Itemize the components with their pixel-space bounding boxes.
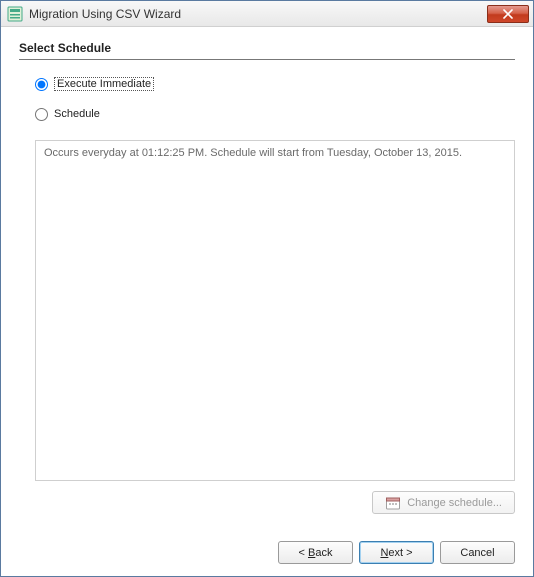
calendar-icon xyxy=(385,495,401,511)
back-button[interactable]: < Back xyxy=(278,541,353,564)
schedule-description-text: Occurs everyday at 01:12:25 PM. Schedule… xyxy=(44,147,462,159)
radio-schedule-input[interactable] xyxy=(35,108,48,121)
radio-execute-immediate[interactable]: Execute Immediate xyxy=(35,74,515,94)
app-icon xyxy=(7,6,23,22)
close-icon xyxy=(503,9,513,19)
schedule-radio-group: Execute Immediate Schedule xyxy=(19,74,515,134)
close-button[interactable] xyxy=(487,5,529,23)
radio-execute-immediate-input[interactable] xyxy=(35,78,48,91)
titlebar: Migration Using CSV Wizard xyxy=(1,1,533,27)
cancel-label: Cancel xyxy=(460,547,494,559)
change-schedule-button[interactable]: Change schedule... xyxy=(372,491,515,514)
window-title: Migration Using CSV Wizard xyxy=(29,7,487,21)
section-heading: Select Schedule xyxy=(19,41,515,60)
cancel-button[interactable]: Cancel xyxy=(440,541,515,564)
change-schedule-label: Change schedule... xyxy=(407,497,502,509)
radio-schedule[interactable]: Schedule xyxy=(35,104,515,124)
wizard-nav-row: < Back Next > Cancel xyxy=(19,534,515,564)
radio-schedule-label: Schedule xyxy=(54,108,100,120)
next-button[interactable]: Next > xyxy=(359,541,434,564)
content-area: Select Schedule Execute Immediate Schedu… xyxy=(1,27,533,576)
schedule-description-box: Occurs everyday at 01:12:25 PM. Schedule… xyxy=(35,140,515,481)
radio-execute-immediate-label: Execute Immediate xyxy=(54,77,154,91)
change-schedule-row: Change schedule... xyxy=(19,491,515,514)
